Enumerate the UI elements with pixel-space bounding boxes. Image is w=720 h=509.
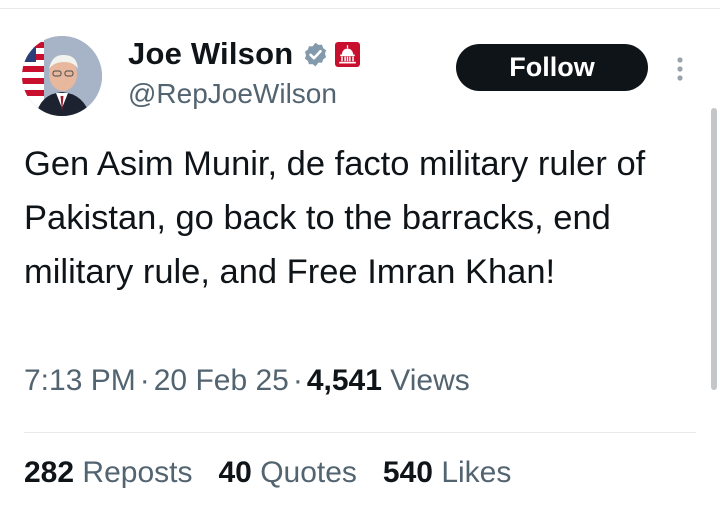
likes-stat[interactable]: 540 Likes xyxy=(383,456,511,490)
tweet-text: Gen Asim Munir, de facto military ruler … xyxy=(24,145,646,291)
engagement-stats: 282 Reposts 40 Quotes 540 Likes xyxy=(24,456,537,490)
author-name[interactable]: Joe Wilson xyxy=(128,36,293,72)
reposts-label: Reposts xyxy=(82,456,193,489)
meta-separator: · xyxy=(139,364,150,397)
reposts-count: 282 xyxy=(24,456,75,489)
top-divider xyxy=(0,8,720,9)
reposts-stat[interactable]: 282 Reposts xyxy=(24,456,192,490)
likes-count: 540 xyxy=(382,456,433,489)
author-handle[interactable]: @RepJoeWilson xyxy=(128,78,337,110)
tweet-meta: 7:13 PM · 20 Feb 25 · 4,541 Views xyxy=(24,364,470,398)
views-count: 4,541 xyxy=(306,364,382,397)
meta-separator: · xyxy=(292,364,303,397)
views-label: Views xyxy=(390,364,470,397)
more-vertical-icon[interactable] xyxy=(670,54,690,84)
likes-label: Likes xyxy=(441,456,512,489)
quotes-label: Quotes xyxy=(260,456,357,489)
verified-badge-icon xyxy=(302,41,329,68)
quotes-stat[interactable]: 40 Quotes xyxy=(218,456,356,490)
stats-divider xyxy=(24,432,696,433)
avatar[interactable] xyxy=(22,36,102,116)
tweet-date[interactable]: 20 Feb 25 xyxy=(154,364,289,397)
tweet-time[interactable]: 7:13 PM xyxy=(24,364,136,397)
tweet-page: Joe Wilson @RepJoeWilson Follow Gen Asim… xyxy=(0,0,720,509)
follow-button[interactable]: Follow xyxy=(456,44,648,91)
us-capitol-badge-icon xyxy=(335,41,361,67)
quotes-count: 40 xyxy=(218,456,252,489)
author-name-row: Joe Wilson xyxy=(128,34,361,74)
